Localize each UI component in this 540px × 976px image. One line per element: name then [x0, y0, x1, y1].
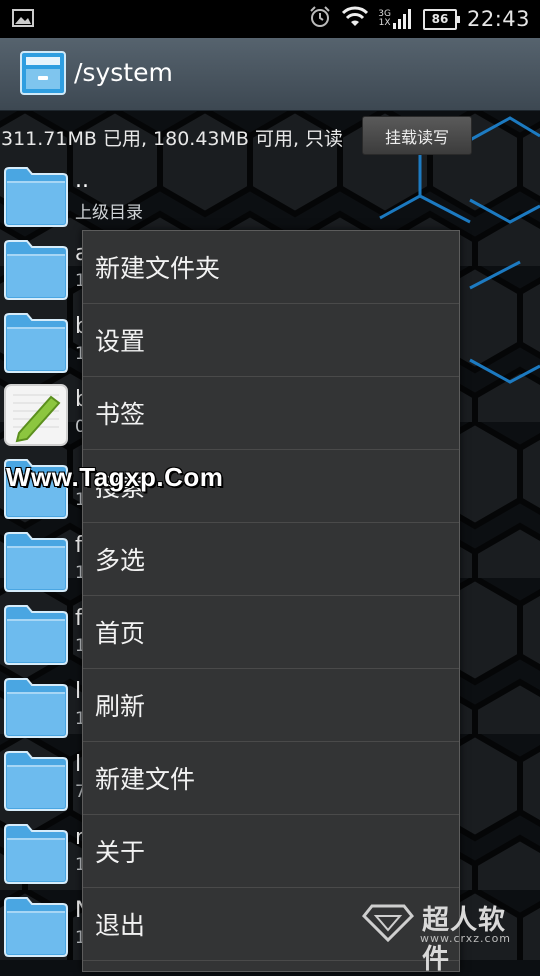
folder-icon: [3, 602, 69, 666]
file-name: l: [75, 752, 82, 777]
storage-info-text: 311.71MB 已用, 180.43MB 可用, 只读: [1, 128, 344, 150]
menu-item-label: 书签: [95, 400, 146, 429]
app-bar: /system: [0, 38, 540, 111]
current-path-title: /system: [74, 58, 173, 87]
status-bar: 3G 1X 86 22:43: [0, 0, 540, 38]
menu-item-label: 新建文件: [95, 765, 196, 794]
brand-url: www.crxz.com: [420, 932, 512, 945]
text-file-icon: [3, 383, 69, 447]
folder-icon: [3, 529, 69, 593]
menu-item-label: 首页: [95, 619, 146, 648]
folder-icon: [3, 675, 69, 739]
alarm-icon: [308, 5, 332, 33]
menu-item-label: 关于: [95, 838, 146, 867]
image-notification-icon: [12, 9, 34, 31]
menu-item[interactable]: 设置: [83, 304, 459, 377]
folder-icon: [3, 310, 69, 374]
menu-item-label: 新建文件夹: [95, 254, 221, 283]
file-name: l: [75, 679, 82, 704]
file-list-item[interactable]: .. 上级目录: [0, 162, 540, 235]
menu-item-label: 设置: [95, 327, 146, 356]
menu-item[interactable]: 首页: [83, 596, 459, 669]
file-detail: 上级目录: [75, 203, 143, 223]
menu-item[interactable]: 新建文件: [83, 742, 459, 815]
signal-icon: 3G 1X: [378, 8, 413, 30]
brand-watermark: 超人软件 www.crxz.com: [362, 898, 532, 975]
menu-item[interactable]: 刷新: [83, 669, 459, 742]
folder-icon: [3, 894, 69, 958]
folder-icon: [3, 237, 69, 301]
wifi-icon: [342, 6, 369, 32]
file-name: ..: [75, 168, 89, 193]
status-time: 22:43: [466, 7, 530, 31]
menu-item[interactable]: 新建文件夹: [83, 231, 459, 304]
watermark-text: Www.Tagxp.Com: [6, 462, 224, 492]
menu-item[interactable]: 书签: [83, 377, 459, 450]
menu-item[interactable]: 多选: [83, 523, 459, 596]
network-type-bottom: 1X: [378, 18, 391, 28]
battery-level: 86: [431, 12, 449, 26]
menu-item-label: 退出: [95, 911, 146, 940]
folder-icon: [3, 164, 69, 228]
menu-item-label: 多选: [95, 546, 146, 575]
folder-icon: [3, 821, 69, 885]
options-menu: 新建文件夹 设置 书签 搜索 多选 首页 刷新 新建文件 关于 退出: [82, 230, 460, 972]
diamond-logo-icon: [362, 904, 414, 942]
menu-item-label: 刷新: [95, 692, 146, 721]
mount-read-write-button[interactable]: 挂载读写: [362, 116, 472, 155]
battery-icon: 86: [422, 8, 460, 30]
folder-icon: [3, 748, 69, 812]
file-manager-icon[interactable]: [20, 51, 66, 99]
menu-item[interactable]: 关于: [83, 815, 459, 888]
